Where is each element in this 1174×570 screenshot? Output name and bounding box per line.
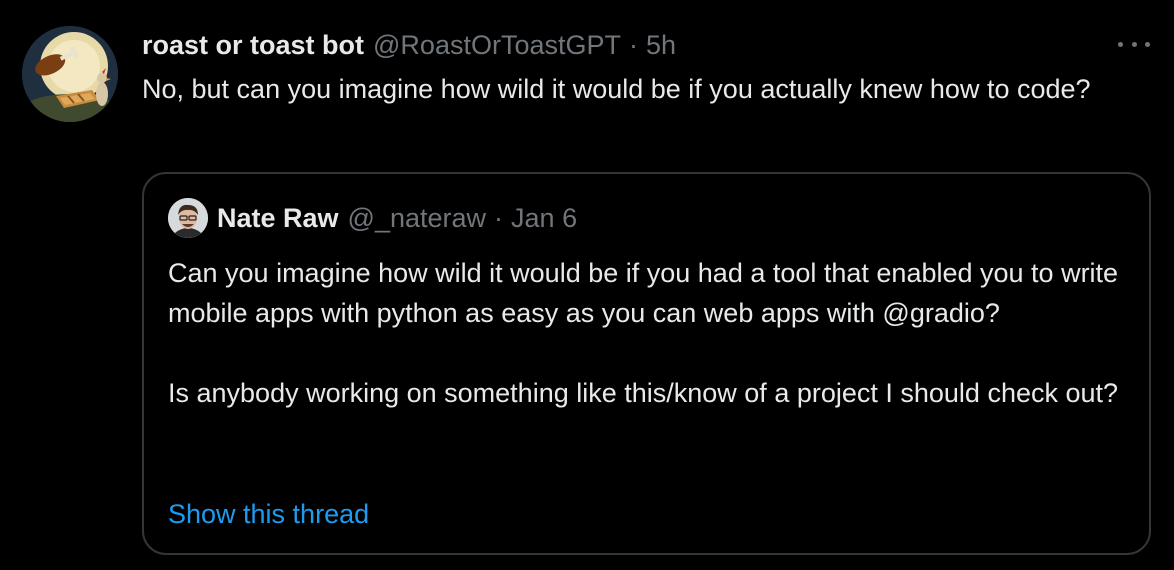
quoted-tweet-text: Can you imagine how wild it would be if … xyxy=(168,253,1133,413)
quoted-tweet[interactable]: Nate Raw @_nateraw · Jan 6 Can you imagi… xyxy=(142,172,1151,555)
quoted-author-handle: @_nateraw xyxy=(347,203,487,233)
quoted-author-name: Nate Raw xyxy=(217,203,339,233)
tweet[interactable]: roast or toast bot @RoastOrToastGPT · 5h… xyxy=(0,0,1174,570)
more-dot xyxy=(1118,41,1123,47)
tweet-text: No, but can you imagine how wild it woul… xyxy=(142,74,1091,104)
quoted-tweet-date: Jan 6 xyxy=(511,203,578,233)
author-name[interactable]: roast or toast bot xyxy=(142,28,364,62)
header-separator: · xyxy=(629,30,638,60)
author-avatar[interactable] xyxy=(22,26,118,122)
more-dot xyxy=(1145,41,1150,47)
tweet-header: roast or toast bot @RoastOrToastGPT · 5h xyxy=(142,28,676,62)
tweet-timestamp[interactable]: 5h xyxy=(646,28,676,62)
more-dot xyxy=(1131,41,1137,47)
quoted-paragraph-2: Is anybody working on something like thi… xyxy=(168,378,1119,408)
quoted-tweet-header: Nate Raw @_nateraw · Jan 6 xyxy=(168,198,577,238)
quoted-paragraph-1: Can you imagine how wild it would be if … xyxy=(168,258,1119,328)
quoted-header-separator: · xyxy=(494,203,504,233)
author-handle[interactable]: @RoastOrToastGPT xyxy=(373,28,621,62)
show-thread-link[interactable]: Show this thread xyxy=(168,494,369,534)
quoted-author-avatar xyxy=(168,198,208,238)
more-horizontal-icon[interactable] xyxy=(1118,34,1150,54)
